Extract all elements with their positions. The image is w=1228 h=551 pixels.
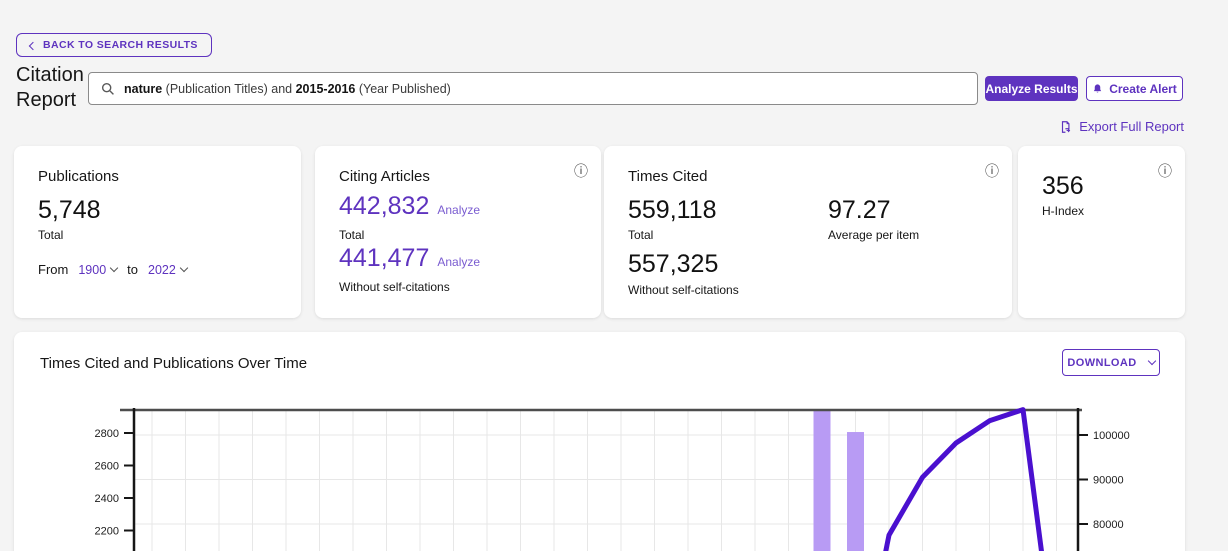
create-alert-label: Create Alert <box>1109 82 1177 96</box>
times-cited-without-self-value: 557,325 <box>628 250 718 279</box>
citing-articles-card: Citing Articles ⓘ 442,832 Analyze Total … <box>315 146 601 318</box>
search-input[interactable]: nature (Publication Titles) and 2015-201… <box>88 72 978 105</box>
export-full-report-link[interactable]: Export Full Report <box>1059 119 1184 134</box>
from-year-value: 1900 <box>78 263 106 277</box>
to-year-dropdown[interactable]: 2022 <box>148 263 187 277</box>
info-icon[interactable]: ⓘ <box>574 164 588 178</box>
analyze-results-button[interactable]: Analyze Results <box>985 76 1078 101</box>
citing-articles-total-value: 442,832 <box>339 192 429 221</box>
svg-text:2200: 2200 <box>95 526 119 538</box>
back-to-search-results-button[interactable]: BACK TO SEARCH RESULTS <box>16 33 212 57</box>
search-icon <box>101 82 115 96</box>
chevron-down-icon <box>180 264 188 272</box>
download-label: DOWNLOAD <box>1067 357 1136 369</box>
citation-report-page: BACK TO SEARCH RESULTS Citation Report n… <box>0 0 1228 551</box>
average-per-item-label: Average per item <box>828 228 919 242</box>
back-button-label: BACK TO SEARCH RESULTS <box>43 39 198 51</box>
total-label: Total <box>38 228 63 242</box>
citing-articles-without-self-value: 441,477 <box>339 244 429 273</box>
svg-text:100000: 100000 <box>1093 430 1130 442</box>
without-self-citations-label: Without self-citations <box>628 283 739 297</box>
total-label: Total <box>339 228 364 242</box>
svg-text:80000: 80000 <box>1093 519 1124 531</box>
info-icon[interactable]: ⓘ <box>1158 164 1172 178</box>
times-cited-total-value: 559,118 <box>628 196 717 225</box>
svg-text:2400: 2400 <box>95 493 119 505</box>
card-title: Times Cited <box>628 168 707 185</box>
without-self-citations-label: Without self-citations <box>339 280 450 294</box>
from-label: From <box>38 262 68 277</box>
svg-text:90000: 90000 <box>1093 475 1124 487</box>
chevron-down-icon <box>110 264 118 272</box>
info-icon[interactable]: ⓘ <box>985 164 999 178</box>
year-range-row: From 1900 to 2022 <box>38 262 187 277</box>
to-year-value: 2022 <box>148 263 176 277</box>
chevron-down-icon <box>1147 357 1155 365</box>
card-title: Publications <box>38 168 119 185</box>
create-alert-button[interactable]: Create Alert <box>1086 76 1183 101</box>
page-title: Citation Report <box>16 63 88 113</box>
h-index-card: ⓘ 356 H-Index <box>1018 146 1185 318</box>
publications-total-value: 5,748 <box>38 196 101 225</box>
h-index-label: H-Index <box>1042 204 1084 218</box>
chart-svg: 2800 2600 2400 2200 100000 90000 80000 <box>14 400 1185 551</box>
download-button[interactable]: DOWNLOAD <box>1062 349 1160 376</box>
search-query-text: nature (Publication Titles) and 2015-201… <box>124 82 451 96</box>
average-per-item-value: 97.27 <box>828 196 891 225</box>
svg-text:2600: 2600 <box>95 461 119 473</box>
chart-card: Times Cited and Publications Over Time D… <box>14 332 1185 551</box>
bell-icon <box>1092 83 1103 95</box>
analyze-link[interactable]: Analyze <box>437 255 480 269</box>
svg-text:2800: 2800 <box>95 428 119 440</box>
h-index-value: 356 <box>1042 172 1084 201</box>
to-label: to <box>127 262 138 277</box>
export-link-label: Export Full Report <box>1079 119 1184 134</box>
chevron-left-icon <box>29 41 37 49</box>
publications-card: Publications 5,748 Total From 1900 to 20… <box>14 146 301 318</box>
export-icon <box>1059 120 1073 134</box>
total-label: Total <box>628 228 653 242</box>
from-year-dropdown[interactable]: 1900 <box>78 263 117 277</box>
chart-title: Times Cited and Publications Over Time <box>40 355 307 372</box>
card-title: Citing Articles <box>339 168 430 185</box>
times-cited-card: Times Cited ⓘ 559,118 Total 97.27 Averag… <box>604 146 1012 318</box>
analyze-link[interactable]: Analyze <box>437 203 480 217</box>
